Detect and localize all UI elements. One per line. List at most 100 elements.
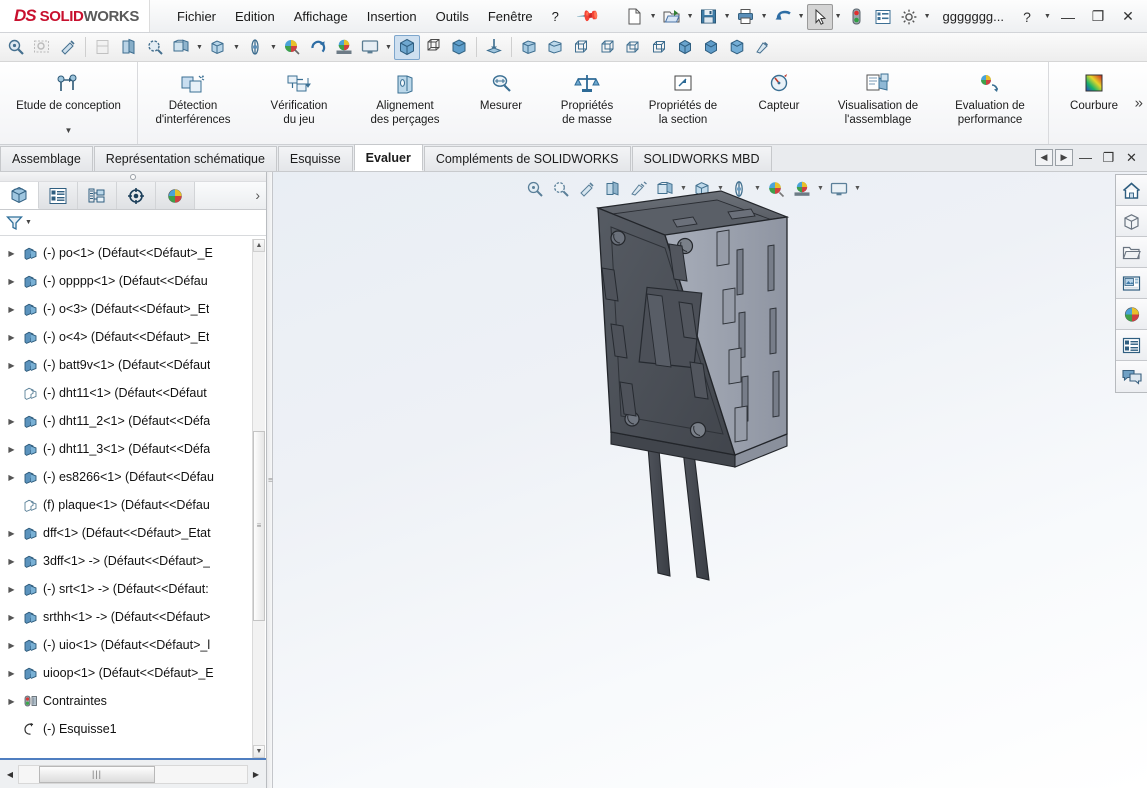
cmd-etude-de-conception[interactable]: Etude de conception ▼ bbox=[2, 66, 135, 140]
tab-evaluer[interactable]: Evaluer bbox=[353, 144, 423, 171]
expand-arrow-icon[interactable]: ▶ bbox=[4, 445, 19, 454]
document-restore-button[interactable]: ❐ bbox=[1098, 148, 1119, 167]
view-top-icon[interactable] bbox=[620, 35, 646, 60]
tab-solidworks-mbd[interactable]: SOLIDWORKS MBD bbox=[631, 146, 772, 171]
filter-dropdown-caret[interactable]: ▼ bbox=[25, 219, 32, 226]
tree-item-dff[interactable]: ▶ dff<1> (Défaut<<Défaut>_Etat bbox=[0, 519, 266, 547]
view-iso-icon[interactable] bbox=[672, 35, 698, 60]
shaded-cube-icon[interactable] bbox=[446, 35, 472, 60]
view-right-icon[interactable] bbox=[594, 35, 620, 60]
expand-arrow-icon[interactable]: ▶ bbox=[4, 361, 19, 370]
design-study-dropdown-caret[interactable]: ▼ bbox=[65, 126, 73, 135]
settings-caret[interactable]: ▼ bbox=[922, 4, 933, 30]
task-pane-custom-properties[interactable] bbox=[1116, 330, 1147, 361]
orientation-caret[interactable]: ▼ bbox=[268, 34, 279, 60]
scrollbar-thumb[interactable]: ≡ bbox=[253, 431, 265, 621]
tab-assemblage[interactable]: Assemblage bbox=[0, 146, 93, 171]
tree-item-dht11-2[interactable]: ▶ (-) dht11_2<1> (Défaut<<Défa bbox=[0, 407, 266, 435]
tree-item-3dff[interactable]: ▶ 3dff<1> -> (Défaut<<Défaut>_ bbox=[0, 547, 266, 575]
view-back-icon[interactable] bbox=[542, 35, 568, 60]
cmd-verification-du-jeu[interactable]: Vérification du jeu bbox=[246, 66, 352, 140]
display-screen-caret[interactable]: ▼ bbox=[383, 34, 394, 60]
feature-tree-vertical-scrollbar[interactable]: ▲ ≡ ▼ bbox=[252, 239, 265, 758]
undo-icon[interactable] bbox=[770, 4, 796, 30]
panel-grip-handle[interactable] bbox=[0, 172, 266, 182]
menu-fichier[interactable]: Fichier bbox=[168, 5, 225, 28]
view-trimetric-icon[interactable] bbox=[698, 35, 724, 60]
expand-arrow-icon[interactable]: ▶ bbox=[4, 529, 19, 538]
hide-show-caret[interactable]: ▼ bbox=[231, 34, 242, 60]
cmd-mesurer[interactable]: Mesurer bbox=[458, 66, 544, 140]
feature-manager-expand-arrow[interactable]: › bbox=[255, 187, 260, 203]
tab-nav-next-button[interactable]: ▶ bbox=[1055, 149, 1073, 166]
scroll-down-arrow-icon[interactable]: ▼ bbox=[253, 745, 265, 758]
tab-representation-schematique[interactable]: Représentation schématique bbox=[93, 146, 277, 171]
isometric-cube-icon[interactable] bbox=[394, 34, 420, 60]
view-bottom-icon[interactable] bbox=[646, 35, 672, 60]
rebuild-circle-icon[interactable] bbox=[305, 35, 331, 60]
cmd-proprietes-de-la-section[interactable]: Propriétés de la section bbox=[630, 66, 736, 140]
cmd-visualisation-assemblage[interactable]: Visualisation de l'assemblage bbox=[822, 66, 934, 140]
expand-arrow-icon[interactable]: ▶ bbox=[4, 613, 19, 622]
task-pane-view-palette[interactable] bbox=[1116, 268, 1147, 299]
configuration-manager-tab[interactable] bbox=[78, 182, 117, 209]
menu-insertion[interactable]: Insertion bbox=[358, 5, 426, 28]
wireframe-cube-icon[interactable] bbox=[420, 35, 446, 60]
tab-esquisse[interactable]: Esquisse bbox=[277, 146, 353, 171]
save-caret[interactable]: ▼ bbox=[722, 4, 733, 30]
task-pane-solidworks-forum[interactable] bbox=[1116, 361, 1147, 392]
tree-item-uioop[interactable]: ▶ uioop<1> (Défaut<<Défaut>_E bbox=[0, 659, 266, 687]
undo-caret[interactable]: ▼ bbox=[796, 4, 807, 30]
pushpin-icon[interactable]: 📌 bbox=[575, 3, 601, 29]
expand-arrow-icon[interactable]: ▶ bbox=[4, 473, 19, 482]
view-dimetric-icon[interactable] bbox=[724, 35, 750, 60]
orientation-icon[interactable] bbox=[242, 35, 268, 60]
tree-item-srthh[interactable]: ▶ srthh<1> -> (Défaut<<Défaut> bbox=[0, 603, 266, 631]
feature-tree-horizontal-scrollbar[interactable]: ◀ ||| ▶ bbox=[0, 758, 266, 788]
scene-icon[interactable] bbox=[331, 35, 357, 60]
document-minimize-button[interactable]: — bbox=[1075, 148, 1096, 167]
task-pane-appearances-scenes[interactable] bbox=[1116, 299, 1147, 330]
tab-nav-prev-button[interactable]: ◀ bbox=[1035, 149, 1053, 166]
cmd-courbure[interactable]: Courbure bbox=[1051, 66, 1137, 140]
menu-outils[interactable]: Outils bbox=[427, 5, 478, 28]
cmd-evaluation-performance[interactable]: Evaluation de performance bbox=[934, 66, 1046, 140]
tree-item-es8266[interactable]: ▶ (-) es8266<1> (Défaut<<Défau bbox=[0, 463, 266, 491]
rotate-view-icon[interactable] bbox=[55, 35, 81, 60]
expand-arrow-icon[interactable]: ▶ bbox=[4, 669, 19, 678]
scroll-up-arrow-icon[interactable]: ▲ bbox=[253, 239, 265, 252]
expand-arrow-icon[interactable]: ▶ bbox=[4, 277, 19, 286]
task-pane-file-explorer[interactable] bbox=[1116, 237, 1147, 268]
section-view-flat-icon[interactable] bbox=[90, 35, 116, 60]
tree-item-o3[interactable]: ▶ (-) o<3> (Défaut<<Défaut>_Et bbox=[0, 295, 266, 323]
section-view-icon[interactable] bbox=[116, 35, 142, 60]
zoom-to-fit-icon[interactable] bbox=[3, 35, 29, 60]
zoom-to-area-icon[interactable] bbox=[29, 35, 55, 60]
print-caret[interactable]: ▼ bbox=[759, 4, 770, 30]
display-screen-icon[interactable] bbox=[357, 35, 383, 60]
new-document-caret[interactable]: ▼ bbox=[648, 4, 659, 30]
menu-affichage[interactable]: Affichage bbox=[285, 5, 357, 28]
tree-item-dht11-3[interactable]: ▶ (-) dht11_3<1> (Défaut<<Défa bbox=[0, 435, 266, 463]
expand-arrow-icon[interactable]: ▶ bbox=[4, 305, 19, 314]
menu-help[interactable]: ? bbox=[543, 5, 568, 28]
save-icon[interactable] bbox=[696, 4, 722, 30]
open-document-icon[interactable] bbox=[659, 4, 685, 30]
view-front-icon[interactable] bbox=[516, 35, 542, 60]
expand-arrow-icon[interactable]: ▶ bbox=[4, 417, 19, 426]
menu-edition[interactable]: Edition bbox=[226, 5, 284, 28]
task-pane-design-library[interactable] bbox=[1116, 206, 1147, 237]
document-close-button[interactable]: ✕ bbox=[1121, 148, 1142, 167]
cmd-capteur[interactable]: Capteur bbox=[736, 66, 822, 140]
insert-component-icon[interactable] bbox=[481, 35, 507, 60]
tree-item-o4[interactable]: ▶ (-) o<4> (Défaut<<Défaut>_Et bbox=[0, 323, 266, 351]
expand-arrow-icon[interactable]: ▶ bbox=[4, 333, 19, 342]
enclosure-assembly-model[interactable] bbox=[273, 172, 1147, 788]
hide-show-icon[interactable] bbox=[205, 35, 231, 60]
select-pointer-caret[interactable]: ▼ bbox=[833, 4, 844, 30]
help-button[interactable]: ? bbox=[1012, 4, 1042, 30]
expand-arrow-icon[interactable]: ▶ bbox=[4, 697, 19, 706]
appearance-icon[interactable] bbox=[279, 35, 305, 60]
close-button[interactable]: ✕ bbox=[1113, 4, 1143, 30]
horizontal-scroll-track[interactable]: ||| bbox=[18, 764, 248, 784]
